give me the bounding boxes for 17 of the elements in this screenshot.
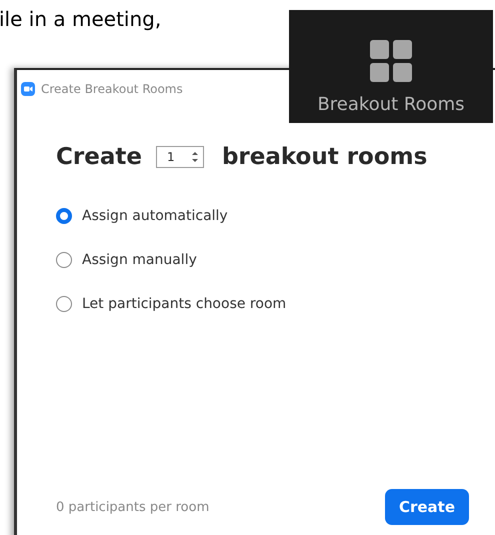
grid-icon: [370, 40, 412, 82]
radio-button[interactable]: [56, 208, 72, 224]
window-title: Create Breakout Rooms: [41, 82, 183, 96]
radio-button[interactable]: [56, 252, 72, 268]
room-count-spinner[interactable]: 1: [156, 146, 204, 168]
heading-text: breakout rooms: [222, 144, 428, 170]
participants-summary: 0 participants per room: [56, 500, 210, 514]
video-camera-icon: [21, 82, 35, 96]
radio-button[interactable]: [56, 296, 72, 312]
option-label: Let participants choose room: [82, 296, 286, 312]
option-label: Assign automatically: [82, 208, 228, 224]
create-button[interactable]: Create: [384, 489, 469, 525]
heading-text: Create: [56, 144, 142, 170]
option-label: Assign manually: [82, 252, 197, 268]
breakout-rooms-button[interactable]: Breakout Rooms: [289, 10, 493, 123]
spinner-arrows-icon: [192, 151, 198, 163]
document-text: ile in a meeting,: [0, 6, 162, 33]
